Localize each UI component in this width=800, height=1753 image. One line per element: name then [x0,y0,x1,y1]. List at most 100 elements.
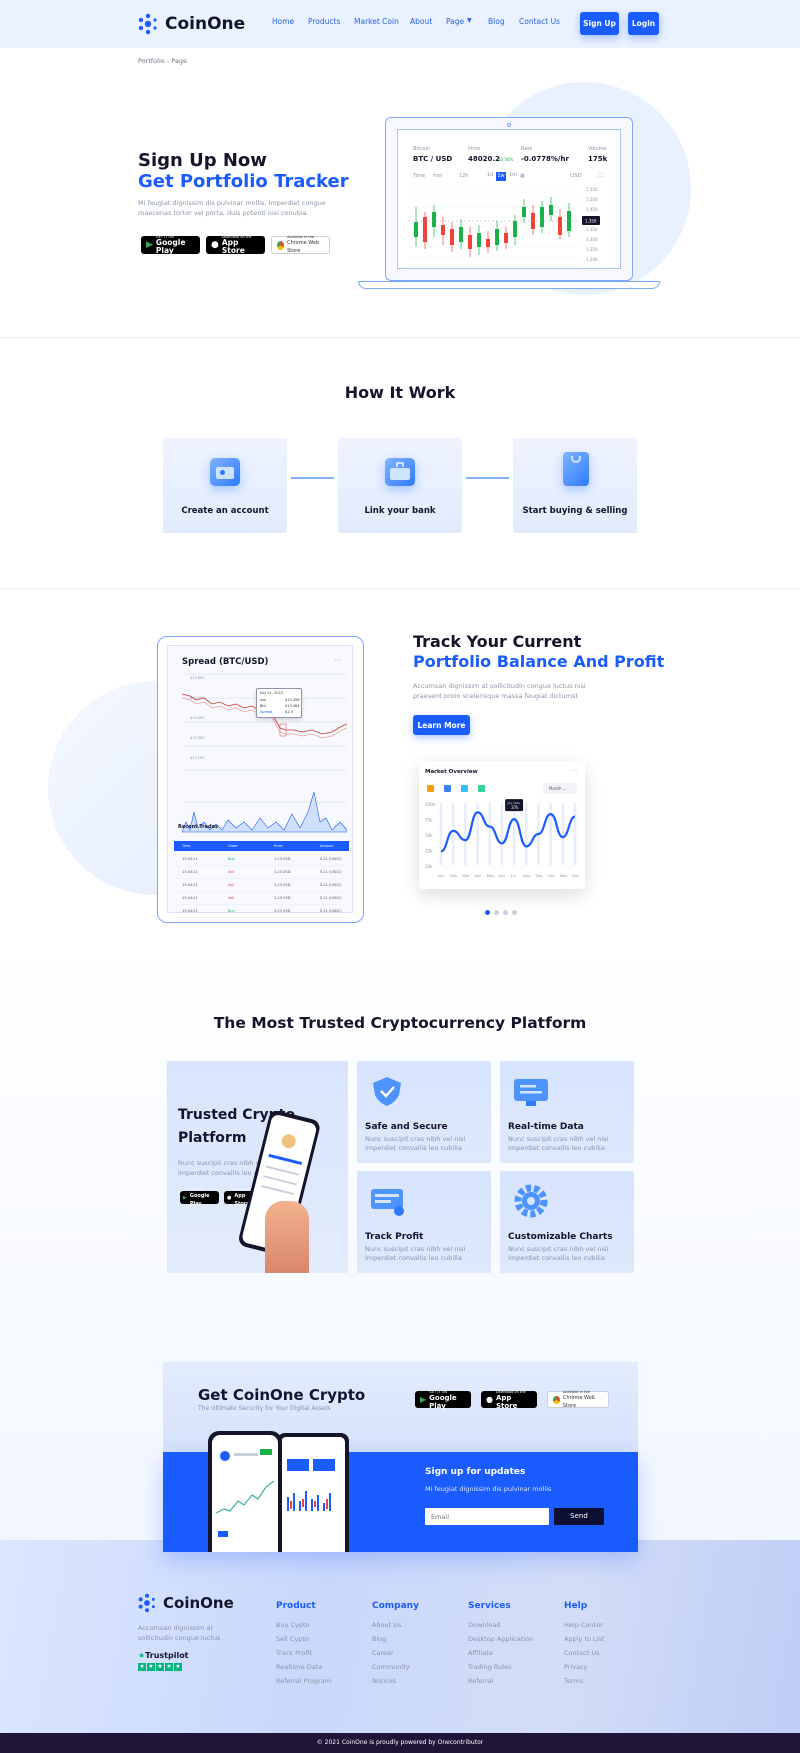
carousel-dot[interactable] [503,910,508,915]
trades-header-cell[interactable]: Amount [320,844,334,848]
x-axis-label: Sep [535,873,543,878]
candle-body [477,233,481,247]
apple-icon: ● [227,1194,232,1201]
table-row[interactable]: 13:44:21 Buy 1.23 USD 0.21 (USDC) [174,854,349,866]
hero-text-line1: Mi feugiat dignissim dis pulvinar mollis… [138,199,326,207]
trades-header-cell[interactable]: Time [182,844,191,848]
coin-filter-icon[interactable] [461,785,468,792]
hand-image [265,1201,309,1273]
footer-link[interactable]: Privacy [564,1663,588,1671]
coin-filter-icon[interactable] [478,785,485,792]
page: CoinOne Home Products Market Coin About … [0,0,800,1753]
trade-amount-cell: 0.21 (USDC) [320,883,342,887]
more-icon[interactable]: ⋯ [334,822,340,829]
carousel-dot[interactable] [494,910,499,915]
footer-link[interactable]: Blog [372,1635,386,1643]
candle-body [450,229,454,245]
footer-link[interactable]: Notices [372,1677,396,1685]
x-axis-label: Jul [510,873,516,878]
nav-products[interactable]: Products [308,17,340,26]
brand-logo[interactable]: CoinOne [137,13,245,35]
footer-link[interactable]: Realtime Data [276,1663,322,1671]
footer-column-title: Product [276,1601,316,1611]
footer-link[interactable]: Referral [468,1677,494,1685]
footer-logo[interactable]: CoinOne [137,1593,234,1613]
footer-link[interactable]: Referral Program [276,1677,331,1685]
chrome-store-badge[interactable]: Available in the Chrome Web Store [271,235,330,254]
trades-header-cell[interactable]: Price [274,844,283,848]
coin-filter-icon[interactable] [427,785,434,792]
footer-link[interactable]: Apply to List [564,1635,604,1643]
app-store-badge[interactable]: ● Download on the App Store [206,235,265,255]
nav-home[interactable]: Home [272,17,294,26]
carousel-dot-active[interactable] [485,910,490,915]
footer-link[interactable]: Desktop Application [468,1635,533,1643]
step-connector [291,477,334,479]
login-button[interactable]: Login [628,12,659,35]
more-icon[interactable]: ⋯ [334,656,341,664]
x-axis-label: Dec [572,873,579,878]
feature-card-realtime: Real-time Data Nunc suscipit cras nibh v… [500,1061,634,1163]
footer-link[interactable]: Trading Rules [468,1663,511,1671]
send-button[interactable]: Send [554,1508,604,1525]
google-play-badge-small[interactable]: ▶ GET IT ON Google Play [180,1188,219,1207]
candle-body [486,239,490,247]
footer-link[interactable]: Career [372,1649,394,1657]
header: CoinOne Home Products Market Coin About … [0,0,800,48]
more-icon[interactable]: ⋯ [571,767,577,774]
table-row[interactable]: 13:44:21 Sell 1.23 USD 0.21 (USDC) [174,880,349,892]
nav-market-coin[interactable]: Market Coin [354,17,399,26]
table-row[interactable]: 13:44:21 Sell 1.23 USD 0.21 (USDC) [174,893,349,905]
table-row[interactable]: 13:44:21 Sell 1.23 USD 0.21 (USDC) [174,867,349,879]
apple-icon: ● [486,1395,493,1404]
trade-price-cell: 1.23 USD [274,857,291,861]
app-store-label: App Store [221,238,245,255]
range-1m[interactable]: 1m [508,172,518,181]
feature-text: imperdiet convallis leo cubilia [508,1254,605,1262]
footer-link[interactable]: Sell Cypto [276,1635,309,1643]
learn-more-button[interactable]: Learn More [413,715,470,735]
step-start-buying: Start buying & selling [513,438,637,533]
x-axis-label: Nov [560,873,568,878]
period-select[interactable]: Month ⌄ [543,783,577,794]
calendar-icon[interactable]: ▦ [520,173,525,179]
price-axis-label: 1,350 [586,227,598,232]
signup-button[interactable]: Sign Up [580,12,619,35]
range-1d[interactable]: 1d [485,172,495,181]
footer-link[interactable]: About Us [372,1621,401,1629]
coin-filter-icon[interactable] [444,785,451,792]
nav-contact-us[interactable]: Contact Us [519,17,560,26]
ticker-min-select[interactable]: min [433,173,442,179]
trustpilot-logo[interactable]: ★Trustpilot [138,1651,189,1660]
footer-link[interactable]: Affiliate [468,1649,493,1657]
footer-link[interactable]: Download [468,1621,500,1629]
fullscreen-icon[interactable]: ⛶ [598,172,602,180]
footer-link[interactable]: Buy Cypto [276,1621,310,1629]
chrome-store-label: Chrome Web Store [287,240,320,254]
nav-blog[interactable]: Blog [488,17,505,26]
footer-link[interactable]: Community [372,1663,410,1671]
email-input[interactable] [425,1508,549,1525]
table-row[interactable]: 13:44:21 Buy 1.23 USD 0.21 (USDC) [174,906,349,918]
carousel-dot[interactable] [512,910,517,915]
chart-tooltip-value: 37k [511,805,519,810]
tablet-mockup [277,1433,349,1552]
ticker-hours-select[interactable]: 12h [459,173,469,179]
google-play-badge[interactable]: ▶ GET IT ON Google Play [141,235,200,255]
trades-header-cell[interactable]: Order [228,844,238,848]
nav-about[interactable]: About [410,17,432,26]
range-1w[interactable]: 1w [496,172,506,181]
footer-about-line1: Accumsan dignissim at [138,1624,213,1632]
cta-subtitle: The Ultimate Security for Your Digital A… [198,1405,331,1412]
nav-page[interactable]: Page [446,17,464,26]
footer-link[interactable]: Terms [564,1677,583,1685]
market-overview-card: Market Overview ⋯ Month ⌄ 100k 75k 50k 25k 1… [419,761,585,889]
currency-select[interactable]: USD [570,173,582,179]
google-play-badge[interactable]: ▶ GET IT ON Google Play [415,1390,471,1410]
footer-link[interactable]: Help Center [564,1621,603,1629]
footer-link[interactable]: Track Profit [276,1649,312,1657]
footer-link[interactable]: Contact Us [564,1649,600,1657]
app-store-badge[interactable]: ● Download on the App Store [481,1390,537,1410]
track-text-line2: praesent proin scelerisque massa feugiat… [413,692,578,700]
chrome-store-badge[interactable]: Available in the Chrome Web Store [547,1390,609,1409]
